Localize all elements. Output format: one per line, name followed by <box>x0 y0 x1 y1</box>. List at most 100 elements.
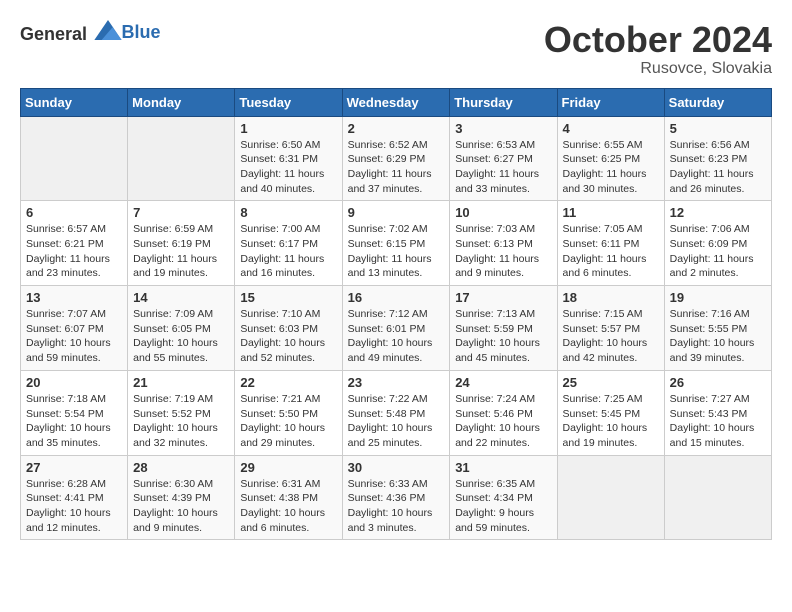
logo-icon <box>94 20 122 40</box>
day-number: 16 <box>348 290 445 305</box>
day-info: Sunrise: 7:09 AM Sunset: 6:05 PM Dayligh… <box>133 307 229 366</box>
day-number: 3 <box>455 121 551 136</box>
calendar-cell: 30Sunrise: 6:33 AM Sunset: 4:36 PM Dayli… <box>342 455 450 540</box>
day-info: Sunrise: 7:03 AM Sunset: 6:13 PM Dayligh… <box>455 222 551 281</box>
calendar-cell: 19 Sunrise: 7:16 AM Sunset: 5:55 PM Dayli… <box>664 286 771 371</box>
weekday-header-sunday: Sunday <box>21 88 128 116</box>
calendar-cell: 6Sunrise: 6:57 AM Sunset: 6:21 PM Daylig… <box>21 201 128 286</box>
day-number: 18 <box>563 290 659 305</box>
day-number: 30 <box>348 460 445 475</box>
day-number: 23 <box>348 375 445 390</box>
calendar-cell: 21 Sunrise: 7:19 AM Sunset: 5:52 PM Dayli… <box>128 370 235 455</box>
day-number: 22 <box>240 375 336 390</box>
day-info: Sunrise: 7:12 AM Sunset: 6:01 PM Dayligh… <box>348 307 445 366</box>
calendar-cell: 15 Sunrise: 7:10 AM Sunset: 6:03 PM Dayli… <box>235 286 342 371</box>
calendar-cell: 16 Sunrise: 7:12 AM Sunset: 6:01 PM Dayli… <box>342 286 450 371</box>
weekday-header-thursday: Thursday <box>450 88 557 116</box>
calendar-header-row: SundayMondayTuesdayWednesdayThursdayFrid… <box>21 88 772 116</box>
calendar-table: SundayMondayTuesdayWednesdayThursdayFrid… <box>20 88 772 541</box>
day-info: Sunrise: 7:22 AM Sunset: 5:48 PM Dayligh… <box>348 392 445 451</box>
day-number: 20 <box>26 375 122 390</box>
calendar-cell <box>557 455 664 540</box>
calendar-cell: 13Sunrise: 7:07 AM Sunset: 6:07 PM Dayli… <box>21 286 128 371</box>
day-info: Sunrise: 6:52 AM Sunset: 6:29 PM Dayligh… <box>348 138 445 197</box>
day-info: Sunrise: 6:53 AM Sunset: 6:27 PM Dayligh… <box>455 138 551 197</box>
calendar-cell <box>664 455 771 540</box>
day-info: Sunrise: 6:56 AM Sunset: 6:23 PM Dayligh… <box>670 138 766 197</box>
weekday-header-wednesday: Wednesday <box>342 88 450 116</box>
day-number: 19 <box>670 290 766 305</box>
day-info: Sunrise: 7:24 AM Sunset: 5:46 PM Dayligh… <box>455 392 551 451</box>
day-info: Sunrise: 6:31 AM Sunset: 4:38 PM Dayligh… <box>240 477 336 536</box>
day-number: 14 <box>133 290 229 305</box>
calendar-cell: 3 Sunrise: 6:53 AM Sunset: 6:27 PM Daylig… <box>450 116 557 201</box>
weekday-header-monday: Monday <box>128 88 235 116</box>
day-number: 24 <box>455 375 551 390</box>
calendar-cell: 11 Sunrise: 7:05 AM Sunset: 6:11 PM Dayli… <box>557 201 664 286</box>
logo: General Blue <box>20 20 161 45</box>
day-info: Sunrise: 6:35 AM Sunset: 4:34 PM Dayligh… <box>455 477 551 536</box>
calendar-cell: 24 Sunrise: 7:24 AM Sunset: 5:46 PM Dayli… <box>450 370 557 455</box>
weekday-header-tuesday: Tuesday <box>235 88 342 116</box>
calendar-cell: 2 Sunrise: 6:52 AM Sunset: 6:29 PM Daylig… <box>342 116 450 201</box>
calendar-cell: 27 Sunrise: 6:28 AM Sunset: 4:41 PM Dayli… <box>21 455 128 540</box>
calendar-cell: 23 Sunrise: 7:22 AM Sunset: 5:48 PM Dayli… <box>342 370 450 455</box>
day-info: Sunrise: 7:19 AM Sunset: 5:52 PM Dayligh… <box>133 392 229 451</box>
day-number: 4 <box>563 121 659 136</box>
day-number: 28 <box>133 460 229 475</box>
day-number: 11 <box>563 205 659 220</box>
day-info: Sunrise: 7:02 AM Sunset: 6:15 PM Dayligh… <box>348 222 445 281</box>
day-number: 1 <box>240 121 336 136</box>
day-number: 2 <box>348 121 445 136</box>
day-number: 31 <box>455 460 551 475</box>
calendar-cell: 9Sunrise: 7:02 AM Sunset: 6:15 PM Daylig… <box>342 201 450 286</box>
calendar-cell: 1 Sunrise: 6:50 AM Sunset: 6:31 PM Daylig… <box>235 116 342 201</box>
day-info: Sunrise: 7:06 AM Sunset: 6:09 PM Dayligh… <box>670 222 766 281</box>
calendar-week-row: 27 Sunrise: 6:28 AM Sunset: 4:41 PM Dayli… <box>21 455 772 540</box>
calendar-cell: 29 Sunrise: 6:31 AM Sunset: 4:38 PM Dayli… <box>235 455 342 540</box>
day-number: 29 <box>240 460 336 475</box>
day-info: Sunrise: 7:25 AM Sunset: 5:45 PM Dayligh… <box>563 392 659 451</box>
day-info: Sunrise: 7:15 AM Sunset: 5:57 PM Dayligh… <box>563 307 659 366</box>
day-number: 21 <box>133 375 229 390</box>
day-info: Sunrise: 6:59 AM Sunset: 6:19 PM Dayligh… <box>133 222 229 281</box>
calendar-cell: 5 Sunrise: 6:56 AM Sunset: 6:23 PM Daylig… <box>664 116 771 201</box>
day-info: Sunrise: 7:13 AM Sunset: 5:59 PM Dayligh… <box>455 307 551 366</box>
calendar-cell: 31 Sunrise: 6:35 AM Sunset: 4:34 PM Dayli… <box>450 455 557 540</box>
calendar-week-row: 13Sunrise: 7:07 AM Sunset: 6:07 PM Dayli… <box>21 286 772 371</box>
calendar-cell: 20Sunrise: 7:18 AM Sunset: 5:54 PM Dayli… <box>21 370 128 455</box>
day-info: Sunrise: 6:50 AM Sunset: 6:31 PM Dayligh… <box>240 138 336 197</box>
calendar-cell <box>128 116 235 201</box>
calendar-cell: 28Sunrise: 6:30 AM Sunset: 4:39 PM Dayli… <box>128 455 235 540</box>
day-info: Sunrise: 6:57 AM Sunset: 6:21 PM Dayligh… <box>26 222 122 281</box>
day-number: 15 <box>240 290 336 305</box>
day-info: Sunrise: 6:28 AM Sunset: 4:41 PM Dayligh… <box>26 477 122 536</box>
day-number: 25 <box>563 375 659 390</box>
month-year-title: October 2024 <box>544 20 772 60</box>
calendar-cell: 17 Sunrise: 7:13 AM Sunset: 5:59 PM Dayli… <box>450 286 557 371</box>
location-subtitle: Rusovce, Slovakia <box>544 60 772 78</box>
calendar-cell: 14 Sunrise: 7:09 AM Sunset: 6:05 PM Dayli… <box>128 286 235 371</box>
logo-blue: Blue <box>122 22 161 42</box>
day-info: Sunrise: 7:00 AM Sunset: 6:17 PM Dayligh… <box>240 222 336 281</box>
calendar-cell: 8Sunrise: 7:00 AM Sunset: 6:17 PM Daylig… <box>235 201 342 286</box>
day-info: Sunrise: 7:10 AM Sunset: 6:03 PM Dayligh… <box>240 307 336 366</box>
logo-general: General <box>20 24 87 44</box>
calendar-cell: 26Sunrise: 7:27 AM Sunset: 5:43 PM Dayli… <box>664 370 771 455</box>
calendar-cell <box>21 116 128 201</box>
calendar-cell: 7 Sunrise: 6:59 AM Sunset: 6:19 PM Daylig… <box>128 201 235 286</box>
page-header: General Blue October 2024 Rusovce, Slova… <box>20 20 772 78</box>
day-info: Sunrise: 7:05 AM Sunset: 6:11 PM Dayligh… <box>563 222 659 281</box>
day-number: 26 <box>670 375 766 390</box>
day-info: Sunrise: 6:55 AM Sunset: 6:25 PM Dayligh… <box>563 138 659 197</box>
day-number: 17 <box>455 290 551 305</box>
calendar-cell: 12Sunrise: 7:06 AM Sunset: 6:09 PM Dayli… <box>664 201 771 286</box>
day-number: 27 <box>26 460 122 475</box>
calendar-week-row: 1 Sunrise: 6:50 AM Sunset: 6:31 PM Daylig… <box>21 116 772 201</box>
calendar-cell: 10Sunrise: 7:03 AM Sunset: 6:13 PM Dayli… <box>450 201 557 286</box>
day-info: Sunrise: 7:07 AM Sunset: 6:07 PM Dayligh… <box>26 307 122 366</box>
day-info: Sunrise: 7:16 AM Sunset: 5:55 PM Dayligh… <box>670 307 766 366</box>
day-number: 5 <box>670 121 766 136</box>
day-number: 7 <box>133 205 229 220</box>
calendar-cell: 22Sunrise: 7:21 AM Sunset: 5:50 PM Dayli… <box>235 370 342 455</box>
